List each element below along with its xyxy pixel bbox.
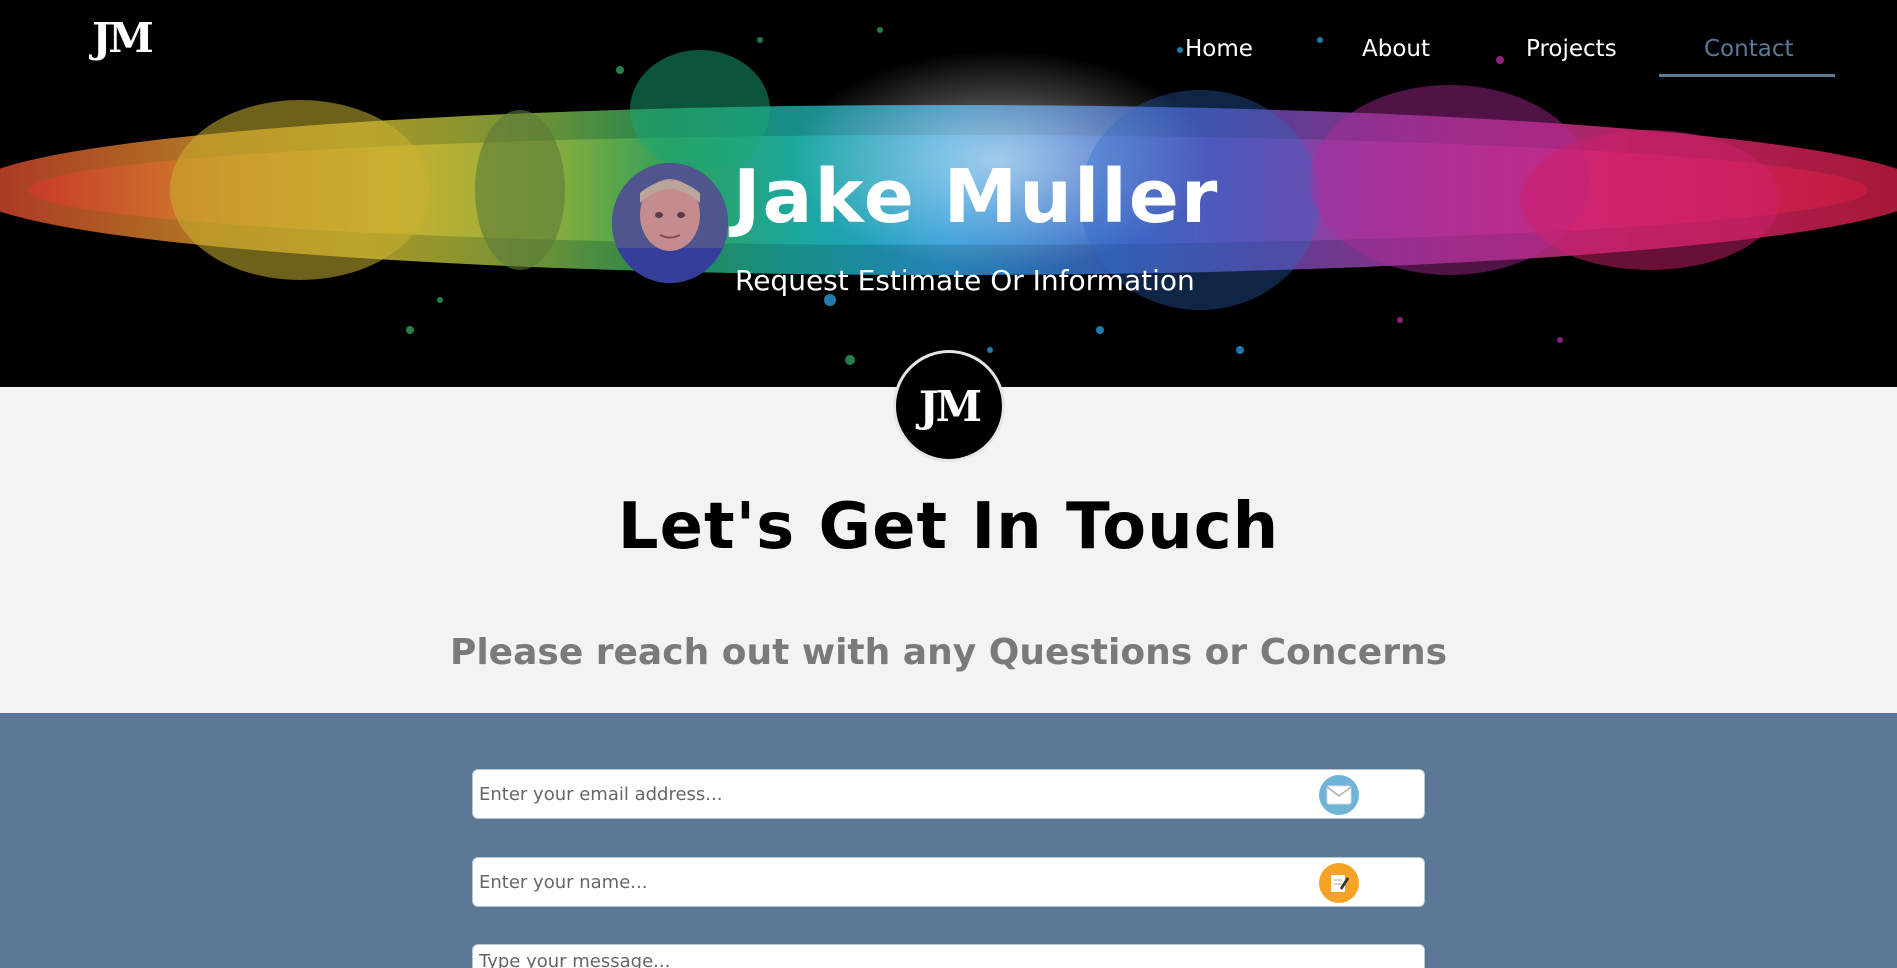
section-subtitle: Please reach out with any Questions or C… [449, 632, 1448, 673]
notepad-icon [1319, 863, 1359, 903]
name-field [472, 857, 1425, 907]
contact-form-section [0, 713, 1897, 968]
main-nav: Home About Projects Contact [0, 0, 1897, 80]
profile-photo-image [612, 163, 728, 283]
logo-badge-text: JM [918, 381, 982, 431]
email-input[interactable] [473, 770, 1424, 818]
nav-contact-link[interactable]: Contact [1704, 36, 1793, 62]
logo-badge: JM [893, 350, 1005, 462]
hero-subtitle: Request Estimate Or Information [735, 264, 1195, 297]
nav-active-underline [1659, 74, 1835, 77]
section-title: Let's Get In Touch [617, 490, 1280, 564]
message-field [472, 944, 1425, 968]
message-textarea[interactable] [473, 945, 1424, 968]
nav-projects-link[interactable]: Projects [1526, 36, 1617, 62]
name-input[interactable] [473, 858, 1424, 906]
email-field [472, 769, 1425, 819]
nav-about-link[interactable]: About [1362, 36, 1430, 62]
hero-name: Jake Muller [733, 154, 1220, 240]
nav-home-link[interactable]: Home [1185, 36, 1253, 62]
profile-photo [612, 163, 728, 283]
hero-banner: JM Home About Projects Contact Jake Mull… [0, 0, 1897, 387]
envelope-icon [1319, 775, 1359, 815]
